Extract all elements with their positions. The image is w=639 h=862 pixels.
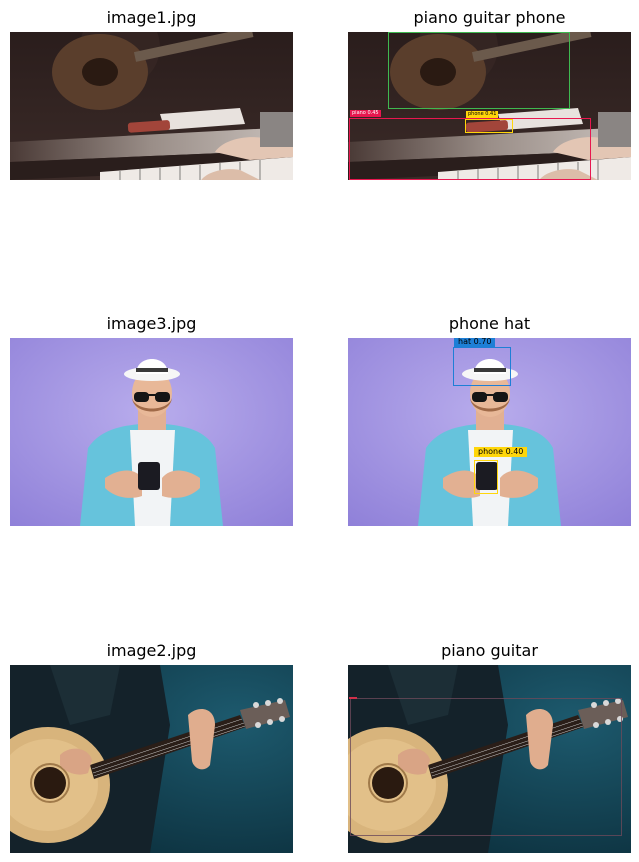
piano-bounding-box xyxy=(349,697,357,699)
piano-label: piano 0.45 xyxy=(350,110,381,117)
detection-panel-phone-hat: hat 0.70 phone 0.40 xyxy=(348,338,631,526)
hat-bounding-box xyxy=(453,347,511,386)
guitar-bounding-box xyxy=(388,32,570,109)
piano-guitar-photo xyxy=(10,32,293,180)
panel-title-image2: image2.jpg xyxy=(106,641,197,660)
panel-title-image3: image3.jpg xyxy=(106,314,197,333)
panel-title-piano-guitar-phone: piano guitar phone xyxy=(413,8,566,27)
panel-title-piano-guitar: piano guitar xyxy=(441,641,538,660)
phone-bounding-box xyxy=(474,460,498,494)
image1-panel xyxy=(10,32,293,180)
panel-title-phone-hat: phone hat xyxy=(448,314,531,333)
hat-label: hat 0.70 xyxy=(454,338,496,347)
detection-panel-piano-guitar xyxy=(348,665,631,853)
image2-panel xyxy=(10,665,293,853)
image3-panel xyxy=(10,338,293,526)
panel-title-image1: image1.jpg xyxy=(106,8,197,27)
detection-panel-piano-guitar-phone: piano 0.45 phone 0.41 xyxy=(348,32,631,180)
guitar-bounding-box xyxy=(350,698,622,836)
phone-bounding-box xyxy=(465,119,513,133)
acoustic-guitar-photo xyxy=(10,665,293,853)
phone-label: phone 0.41 xyxy=(466,111,499,118)
man-hat-phone-photo xyxy=(10,338,293,526)
phone-label: phone 0.40 xyxy=(474,447,528,457)
